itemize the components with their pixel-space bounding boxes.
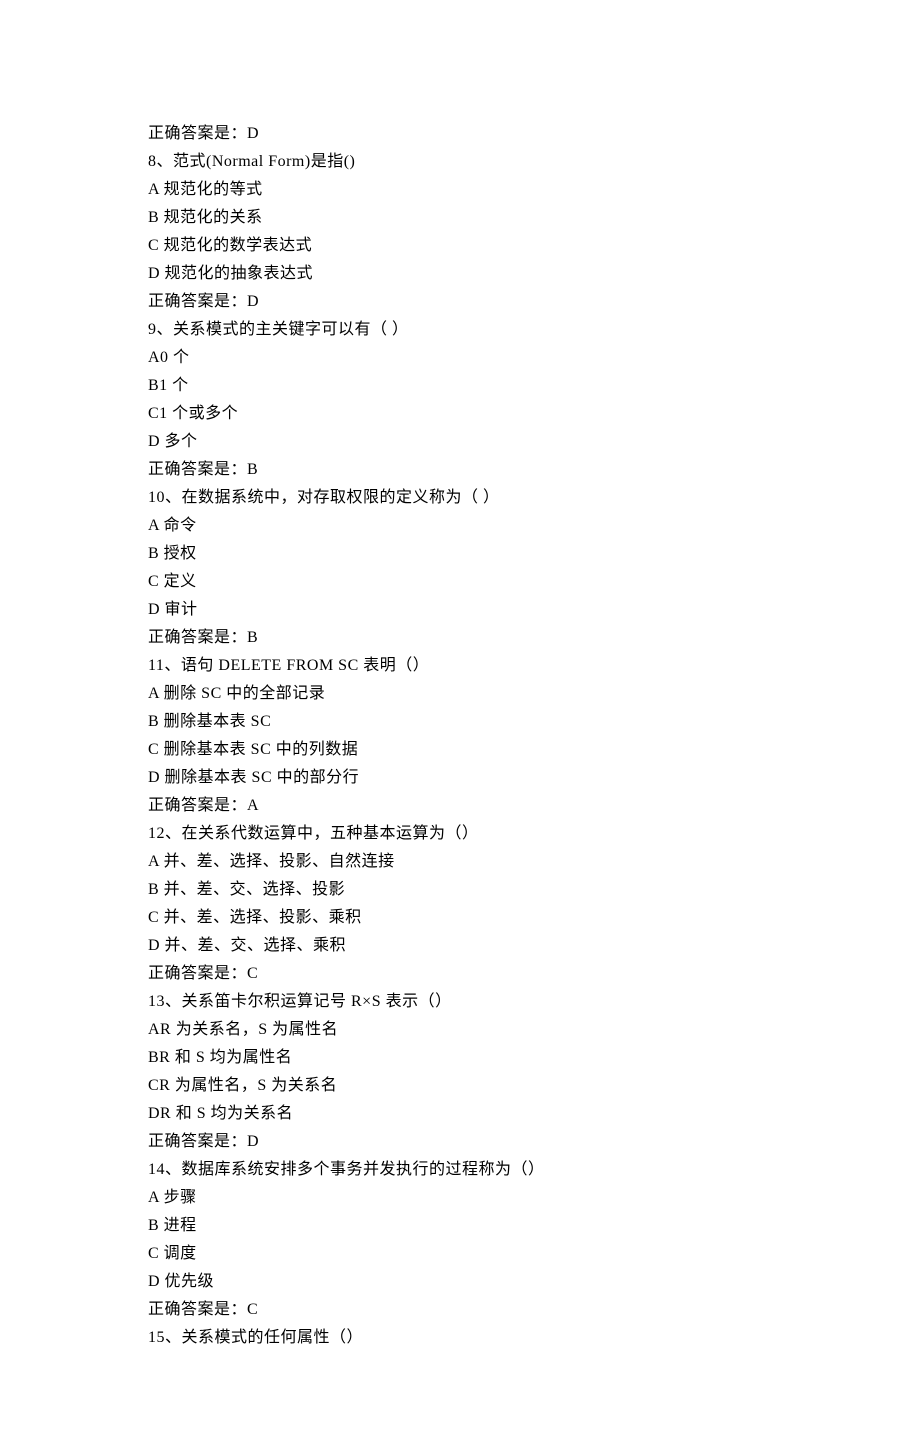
text-line: 9、关系模式的主关键字可以有（ ）	[148, 316, 772, 344]
text-line: C1 个或多个	[148, 400, 772, 428]
text-line: A 并、差、选择、投影、自然连接	[148, 848, 772, 876]
text-line: C 调度	[148, 1240, 772, 1268]
document-body: 正确答案是：D8、范式(Normal Form)是指()A 规范化的等式B 规范…	[148, 120, 772, 1352]
text-line: BR 和 S 均为属性名	[148, 1044, 772, 1072]
text-line: 正确答案是：D	[148, 120, 772, 148]
text-line: 12、在关系代数运算中，五种基本运算为（）	[148, 820, 772, 848]
text-line: D 并、差、交、选择、乘积	[148, 932, 772, 960]
text-line: A0 个	[148, 344, 772, 372]
text-line: A 规范化的等式	[148, 176, 772, 204]
text-line: 14、数据库系统安排多个事务并发执行的过程称为（）	[148, 1156, 772, 1184]
text-line: C 规范化的数学表达式	[148, 232, 772, 260]
text-line: A 步骤	[148, 1184, 772, 1212]
text-line: C 并、差、选择、投影、乘积	[148, 904, 772, 932]
text-line: 正确答案是：C	[148, 1296, 772, 1324]
text-line: 8、范式(Normal Form)是指()	[148, 148, 772, 176]
text-line: 正确答案是：B	[148, 624, 772, 652]
text-line: A 删除 SC 中的全部记录	[148, 680, 772, 708]
text-line: 11、语句 DELETE FROM SC 表明（）	[148, 652, 772, 680]
text-line: B 授权	[148, 540, 772, 568]
text-line: B1 个	[148, 372, 772, 400]
text-line: C 删除基本表 SC 中的列数据	[148, 736, 772, 764]
text-line: B 规范化的关系	[148, 204, 772, 232]
text-line: B 删除基本表 SC	[148, 708, 772, 736]
text-line: CR 为属性名，S 为关系名	[148, 1072, 772, 1100]
text-line: 正确答案是：D	[148, 288, 772, 316]
text-line: D 规范化的抽象表达式	[148, 260, 772, 288]
text-line: 正确答案是：C	[148, 960, 772, 988]
text-line: B 进程	[148, 1212, 772, 1240]
text-line: 正确答案是：A	[148, 792, 772, 820]
text-line: 13、关系笛卡尔积运算记号 R×S 表示（）	[148, 988, 772, 1016]
text-line: A 命令	[148, 512, 772, 540]
text-line: B 并、差、交、选择、投影	[148, 876, 772, 904]
text-line: AR 为关系名，S 为属性名	[148, 1016, 772, 1044]
text-line: 正确答案是：B	[148, 456, 772, 484]
text-line: 15、关系模式的任何属性（）	[148, 1324, 772, 1352]
text-line: 10、在数据系统中，对存取权限的定义称为（ ）	[148, 484, 772, 512]
text-line: D 审计	[148, 596, 772, 624]
text-line: 正确答案是：D	[148, 1128, 772, 1156]
text-line: D 删除基本表 SC 中的部分行	[148, 764, 772, 792]
text-line: D 多个	[148, 428, 772, 456]
text-line: DR 和 S 均为关系名	[148, 1100, 772, 1128]
text-line: C 定义	[148, 568, 772, 596]
text-line: D 优先级	[148, 1268, 772, 1296]
